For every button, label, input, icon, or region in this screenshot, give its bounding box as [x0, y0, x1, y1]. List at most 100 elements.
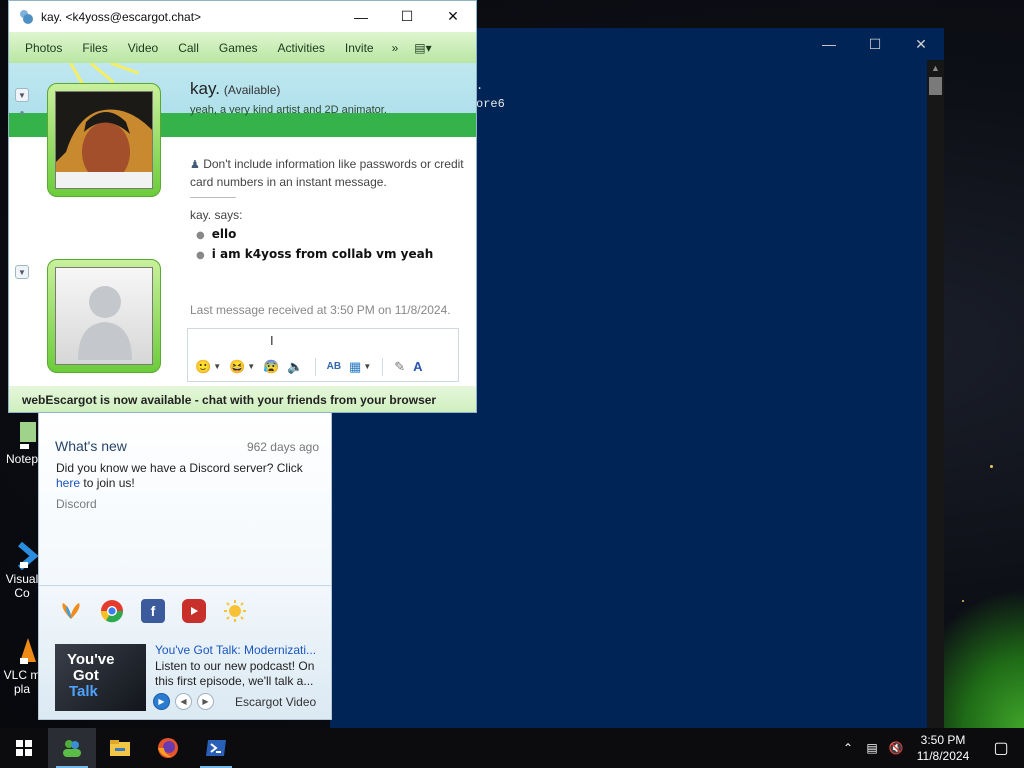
- menu-call[interactable]: Call: [168, 41, 209, 55]
- collapse-icon[interactable]: ▼: [15, 88, 29, 102]
- taskbar-messenger[interactable]: [48, 728, 96, 768]
- collapse-icon[interactable]: ▼: [15, 265, 29, 279]
- taskbar-file-explorer[interactable]: [96, 728, 144, 768]
- chevron-down-icon: ▼: [247, 362, 256, 371]
- desktop-star: [990, 465, 993, 468]
- chat-status-bar[interactable]: webEscargot is now available - chat with…: [9, 386, 476, 412]
- menu-invite[interactable]: Invite: [335, 41, 384, 55]
- desktop-icon-notepad[interactable]: Notep: [2, 420, 42, 466]
- taskbar-firefox[interactable]: [144, 728, 192, 768]
- message-list: ● ello ● i am k4yoss from collab vm yeah: [196, 225, 433, 265]
- contact-card-icon[interactable]: ●: [15, 105, 29, 119]
- chrome-icon[interactable]: [100, 599, 124, 623]
- font-button[interactable]: A: [410, 356, 425, 378]
- chevron-down-icon: ▼: [213, 362, 222, 371]
- spellcheck-icon: AB: [326, 361, 342, 372]
- msn-butterfly-icon[interactable]: [59, 599, 83, 623]
- video-source: Escargot Video: [235, 694, 317, 709]
- previous-icon[interactable]: ◀: [175, 693, 192, 710]
- sun-ray: [109, 63, 140, 75]
- messenger-contacts-window[interactable]: What's new 962 days ago Did you know we …: [38, 412, 332, 720]
- desktop-star: [962, 600, 964, 602]
- menu-more-button[interactable]: »: [384, 41, 407, 55]
- menu-games[interactable]: Games: [209, 41, 268, 55]
- divider: [39, 585, 331, 586]
- powershell-scrollbar[interactable]: ▲: [927, 60, 944, 728]
- system-tray: ⌃ ▤ 🔇 3:50 PM 11/8/2024 ▢: [836, 728, 1024, 768]
- nudge-icon: 😰: [263, 358, 280, 374]
- video-thumbnail[interactable]: You've Got Talk: [55, 644, 146, 711]
- news-source[interactable]: Discord: [56, 497, 97, 511]
- news-header: What's new 962 days ago: [55, 438, 319, 454]
- desktop-icon-vscode[interactable]: Visual Co: [2, 512, 42, 600]
- youtube-icon[interactable]: [182, 599, 206, 623]
- wink-button[interactable]: 😆 ▼: [226, 356, 258, 378]
- chat-window-title: kay. <k4yoss@escargot.chat>: [41, 9, 202, 24]
- menu-activities[interactable]: Activities: [268, 41, 335, 55]
- clock-date: 11/8/2024: [916, 749, 970, 763]
- info-icon: ♟: [190, 159, 200, 171]
- nudge-button[interactable]: 😰: [260, 356, 282, 378]
- next-icon[interactable]: ▶: [197, 693, 214, 710]
- chevron-up-icon[interactable]: ⌃: [836, 728, 860, 768]
- taskbar-clock[interactable]: 3:50 PM 11/8/2024: [908, 732, 978, 764]
- scroll-thumb[interactable]: [929, 77, 942, 95]
- scroll-up-icon[interactable]: ▲: [927, 60, 944, 77]
- chat-message-text: i am k4yoss from collab vm yeah: [211, 247, 434, 261]
- chat-menubar: Photos Files Video Call Games Activities…: [9, 32, 476, 63]
- network-icon[interactable]: ▤: [860, 728, 884, 768]
- desktop-icon-label: Visual Co: [5, 572, 39, 600]
- spellcheck-button[interactable]: AB: [324, 356, 344, 378]
- vlc-icon: [6, 622, 38, 664]
- pen-icon: ✎: [394, 358, 406, 374]
- powershell-output[interactable]: . ore6: [476, 72, 505, 118]
- handwriting-button[interactable]: ✎: [391, 356, 408, 378]
- news-body-text: Did you know we have a Discord server? C…: [56, 461, 303, 475]
- chevron-down-icon: ▼: [363, 362, 372, 371]
- powershell-icon: [206, 740, 226, 756]
- close-button[interactable]: ✕: [430, 1, 476, 32]
- contact-avatar[interactable]: [47, 83, 161, 197]
- maximize-button[interactable]: ☐: [384, 1, 430, 32]
- message-input[interactable]: ​I: [187, 328, 459, 352]
- desktop-icon-vlc[interactable]: VLC m pla: [2, 608, 42, 696]
- smiley-icon: 🙂: [195, 358, 212, 374]
- weather-sun-icon[interactable]: [223, 599, 247, 623]
- minimize-button[interactable]: —: [806, 28, 852, 60]
- chat-titlebar[interactable]: kay. <k4yoss@escargot.chat> — ☐ ✕: [9, 1, 476, 32]
- powershell-line: ore6: [476, 97, 505, 111]
- user-avatar[interactable]: [47, 259, 161, 373]
- minimize-button[interactable]: —: [338, 1, 384, 32]
- news-age: 962 days ago: [246, 440, 319, 454]
- close-button[interactable]: ✕: [898, 28, 944, 60]
- background-button[interactable]: ▦ ▼: [346, 356, 374, 378]
- news-link[interactable]: here: [56, 476, 80, 490]
- messenger-chat-window[interactable]: kay. <k4yoss@escargot.chat> — ☐ ✕ Photos…: [8, 0, 477, 413]
- chat-message-text: ello: [211, 227, 237, 241]
- desktop-icon-label: VLC m pla: [3, 668, 41, 696]
- news-title: What's new: [55, 438, 127, 454]
- menu-files[interactable]: Files: [72, 41, 117, 55]
- menu-photos[interactable]: Photos: [15, 41, 72, 55]
- notification-icon[interactable]: ▢: [978, 728, 1024, 768]
- news-body-text: to join us!: [80, 476, 135, 490]
- warning-text: Don't include information like passwords…: [190, 157, 464, 189]
- video-title-link[interactable]: You've Got Talk: Modernizati...: [155, 643, 327, 657]
- menu-video[interactable]: Video: [118, 41, 168, 55]
- taskbar-powershell[interactable]: [192, 728, 240, 768]
- file-explorer-icon: [110, 740, 130, 756]
- facebook-icon[interactable]: f: [141, 599, 165, 623]
- start-button[interactable]: [0, 728, 48, 768]
- voice-clip-button[interactable]: 🔈: [284, 356, 306, 378]
- play-icon[interactable]: ▶: [153, 693, 170, 710]
- emoticon-button[interactable]: 🙂 ▼: [192, 356, 224, 378]
- maximize-button[interactable]: ☐: [852, 28, 898, 60]
- divider: [314, 357, 316, 376]
- volume-muted-icon[interactable]: 🔇: [884, 728, 908, 768]
- background-image-icon: ▦: [349, 358, 362, 374]
- voice-clip-icon: 🔈: [287, 358, 304, 374]
- messenger-icon: [63, 740, 81, 757]
- menu-options-icon[interactable]: ▤▾: [406, 41, 439, 55]
- vscode-icon: [6, 526, 39, 571]
- notepad-icon: [6, 420, 38, 450]
